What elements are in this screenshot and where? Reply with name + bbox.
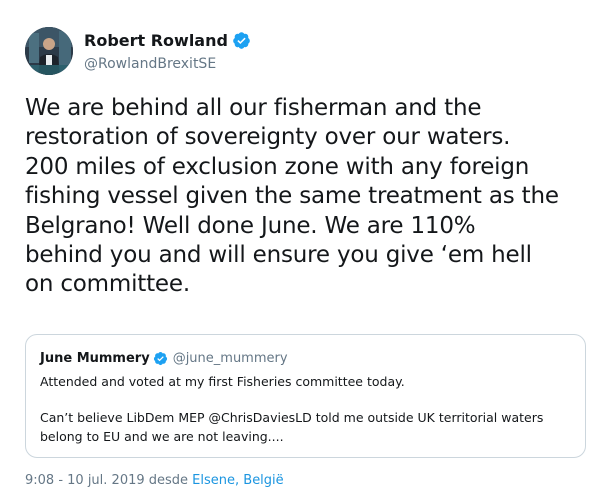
quoted-tweet-text: Attended and voted at my first Fisheries…: [40, 373, 575, 446]
quoted-author-handle: @june_mummery: [172, 350, 288, 366]
quoted-author-name: June Mummery: [40, 350, 150, 366]
tweet-card: Robert Rowland @RowlandBrexitSE We are b…: [0, 0, 609, 500]
quoted-tweet-header: June Mummery @june_mummery: [40, 349, 288, 367]
verified-badge-icon: [233, 31, 250, 49]
author-avatar[interactable]: [25, 27, 73, 75]
tweet-text-line: We are behind all our fisherman and the: [25, 95, 482, 121]
tweet-text-line: restoration of sovereignty over our wate…: [25, 124, 511, 151]
tweet-text-line: 200 miles of exclusion zone with any for…: [25, 153, 530, 180]
author-info: Robert Rowland @RowlandBrexitSE: [84, 29, 251, 72]
quoted-tweet[interactable]: June Mummery @june_mummery Attended and …: [25, 334, 586, 458]
tweet-text: We are behind all our fisherman and the …: [25, 94, 600, 300]
tweet-location-link[interactable]: Elsene, België: [192, 473, 284, 488]
author-name-row: Robert Rowland: [84, 29, 251, 51]
quoted-text-paragraph: belong to EU and we are not leaving....: [40, 428, 284, 444]
quoted-text-paragraph: Attended and voted at my first Fisheries…: [40, 374, 405, 389]
tweet-timestamp-row: 9:08 - 10 jul. 2019 desde Elsene, België: [25, 473, 284, 488]
tweet-text-line: behind you and will ensure you give ‘em …: [25, 242, 532, 269]
quoted-text-paragraph: Can’t believe LibDem MEP @ChrisDaviesLD …: [40, 410, 544, 426]
tweet-text-line: Belgrano! Well done June. We are 110%: [25, 212, 476, 239]
tweet-text-line: fishing vessel given the same treatment …: [25, 183, 559, 210]
tweet-text-line: on committee.: [25, 271, 190, 298]
author-display-name[interactable]: Robert Rowland: [84, 31, 228, 50]
tweet-timestamp[interactable]: 9:08 - 10 jul. 2019 desde: [25, 473, 192, 488]
avatar-photo: [25, 27, 73, 75]
verified-badge-icon: [153, 351, 167, 365]
author-handle[interactable]: @RowlandBrexitSE: [84, 56, 251, 72]
